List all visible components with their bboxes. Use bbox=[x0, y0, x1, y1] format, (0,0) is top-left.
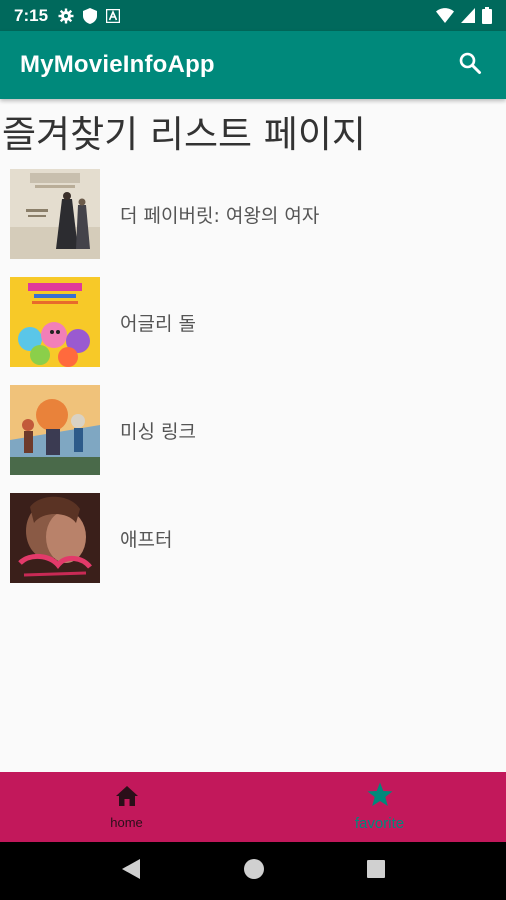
status-time: 7:15 bbox=[14, 5, 49, 25]
movie-title: 애프터 bbox=[120, 528, 173, 551]
movie-title: 더 페이버릿: 여왕의 여자 bbox=[120, 204, 320, 227]
search-button[interactable] bbox=[454, 49, 486, 81]
star-icon bbox=[367, 782, 393, 811]
bottom-navigation: home favorite bbox=[0, 772, 506, 842]
movie-list-item[interactable]: 애프터 bbox=[0, 484, 506, 592]
nav-label-favorite: favorite bbox=[354, 815, 405, 832]
movie-poster bbox=[10, 493, 100, 583]
recents-square-icon[interactable] bbox=[366, 859, 386, 883]
nav-item-home[interactable]: home bbox=[0, 772, 253, 842]
wifi-icon bbox=[436, 8, 454, 23]
movie-poster bbox=[10, 277, 100, 367]
movie-title: 어글리 돌 bbox=[120, 312, 196, 335]
system-navigation-bar bbox=[0, 842, 506, 900]
page-title: 즐겨찾기 리스트 페이지 bbox=[2, 113, 366, 156]
status-bar: 7:15 bbox=[0, 0, 506, 31]
shield-icon bbox=[83, 7, 98, 24]
a-icon bbox=[106, 8, 121, 23]
nav-item-favorite[interactable]: favorite bbox=[253, 772, 506, 842]
back-icon[interactable] bbox=[120, 858, 142, 884]
signal-icon bbox=[461, 8, 475, 23]
home-icon bbox=[115, 785, 139, 811]
movie-list-item[interactable]: 어글리 돌 bbox=[0, 268, 506, 376]
app-bar: MyMovieInfoApp bbox=[0, 31, 506, 99]
search-icon bbox=[458, 51, 482, 79]
movie-poster bbox=[10, 385, 100, 475]
battery-icon bbox=[482, 7, 492, 24]
home-circle-icon[interactable] bbox=[243, 858, 265, 884]
movie-poster bbox=[10, 169, 100, 259]
nav-label-home: home bbox=[110, 814, 143, 830]
movie-list-item[interactable]: 미싱 링크 bbox=[0, 376, 506, 484]
movie-title: 미싱 링크 bbox=[120, 420, 196, 443]
gear-icon bbox=[58, 8, 74, 24]
favorite-movie-list: 더 페이버릿: 여왕의 여자 어글리 돌 미싱 링크 애프터 bbox=[0, 160, 506, 592]
movie-list-item[interactable]: 더 페이버릿: 여왕의 여자 bbox=[0, 160, 506, 268]
app-title: MyMovieInfoApp bbox=[20, 51, 215, 78]
